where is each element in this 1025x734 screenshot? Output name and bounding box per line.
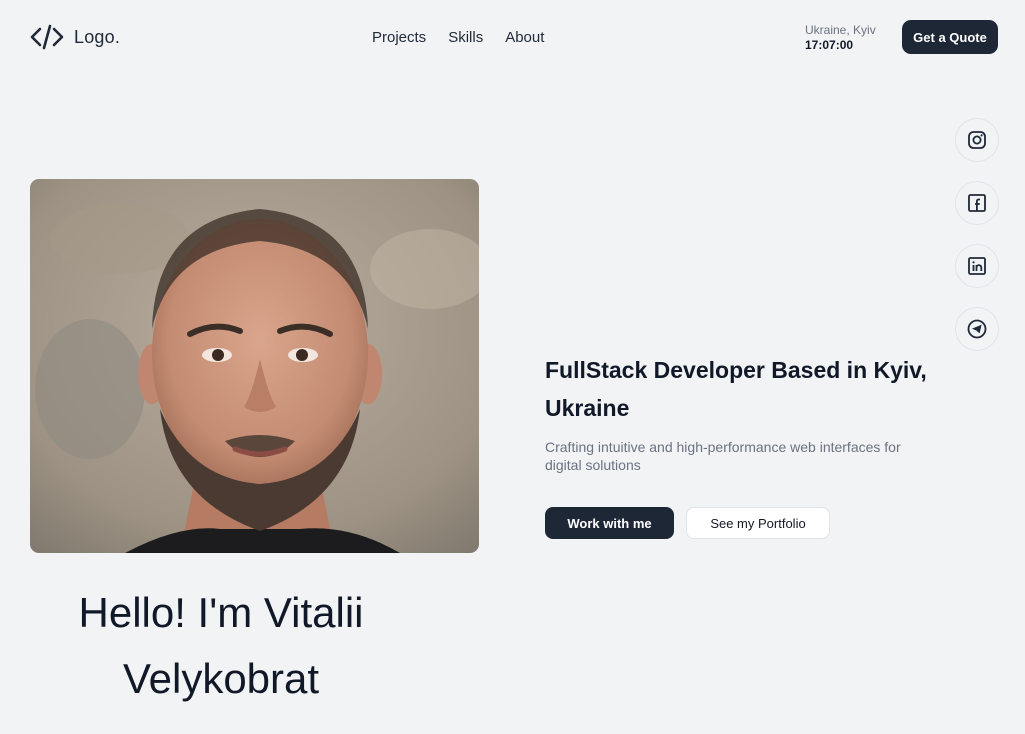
portrait-photo [30, 179, 479, 553]
telegram-link[interactable] [955, 307, 999, 351]
nav-link-about[interactable]: About [505, 29, 544, 46]
main-nav: Projects Skills About [372, 29, 544, 46]
hero-subtitle: Crafting intuitive and high-performance … [545, 439, 901, 473]
hero-headline: FullStack Developer Based in Kyiv, Ukrai… [545, 357, 927, 421]
linkedin-link[interactable] [955, 244, 999, 288]
hero-greeting: Hello! I'm Vitalii Velykobrat [78, 589, 364, 702]
nav-link-skills[interactable]: Skills [448, 29, 483, 46]
instagram-icon [967, 130, 987, 150]
code-brackets-icon [30, 24, 64, 50]
linkedin-icon [967, 256, 987, 276]
nav-link-projects[interactable]: Projects [372, 29, 426, 46]
facebook-link[interactable] [955, 181, 999, 225]
logo[interactable]: Logo. [30, 24, 120, 50]
social-links [955, 118, 999, 351]
location-clock: Ukraine, Kyiv 17:07:00 [805, 23, 876, 53]
get-a-quote-button[interactable]: Get a Quote [902, 20, 998, 54]
see-portfolio-button[interactable]: See my Portfolio [686, 507, 830, 539]
location-time: 17:07:00 [805, 38, 854, 52]
telegram-icon [967, 319, 987, 339]
facebook-icon [967, 193, 987, 213]
site-header: Logo. Projects Skills About Ukraine, Kyi… [0, 0, 1025, 76]
location-city: Ukraine, Kyiv [805, 23, 876, 37]
instagram-link[interactable] [955, 118, 999, 162]
logo-text: Logo. [74, 26, 121, 47]
work-with-me-button[interactable]: Work with me [545, 507, 674, 539]
